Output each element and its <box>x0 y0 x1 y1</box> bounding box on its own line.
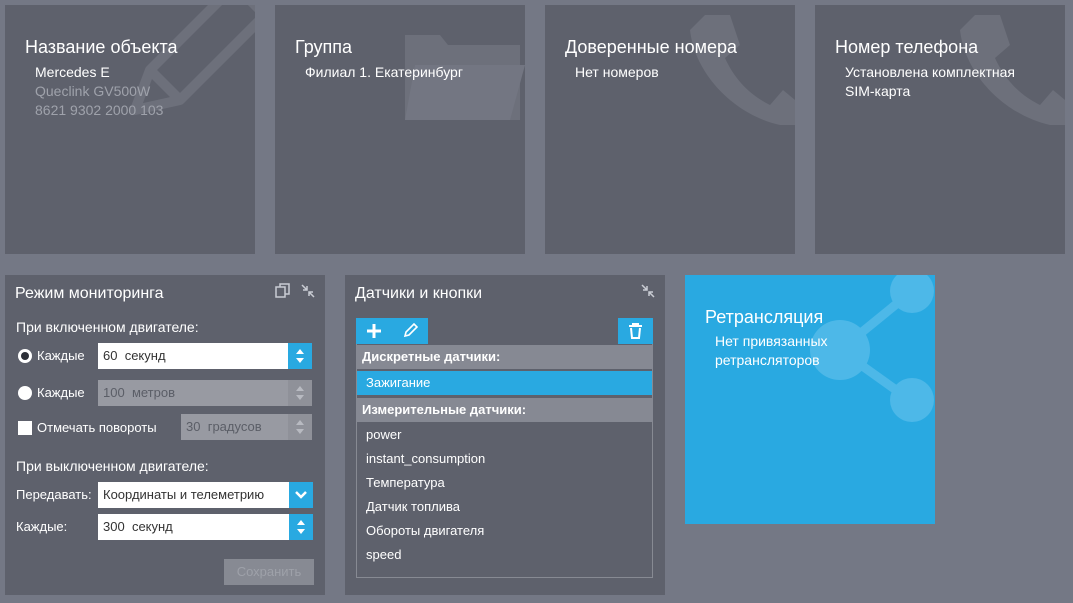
every-time-value: 60 <box>103 348 118 363</box>
chevron-down-icon[interactable] <box>289 482 313 508</box>
tile-relay[interactable]: Ретрансляция Нет привязанных ретранслято… <box>685 275 935 524</box>
every-off-value: 300 <box>103 519 125 534</box>
tile-object-name[interactable]: Название объекта Mercedes E Queclink GV5… <box>5 5 255 254</box>
list-item[interactable]: Зажигание <box>357 371 652 395</box>
collapse-icon[interactable] <box>300 283 316 299</box>
engine-off-label: При выключенном двигателе: <box>16 458 209 474</box>
mark-turns-value: 30 <box>186 419 201 434</box>
sensors-panel: Датчики и кнопки Дискретные датчики: Заж… <box>345 275 665 595</box>
monitoring-panel: Режим мониторинга При включенном двигате… <box>5 275 325 595</box>
transmit-value: Координаты и телеметрию <box>103 487 265 502</box>
group-value: Филиал 1. Екатеринбург <box>305 64 463 80</box>
tile-phone-number[interactable]: Номер телефона Установлена комплектная S… <box>815 5 1065 254</box>
sensor-toolbar <box>356 318 428 344</box>
every-distance-radio[interactable] <box>18 386 32 400</box>
tile-title: Доверенные номера <box>565 37 737 57</box>
copy-icon[interactable] <box>275 283 291 299</box>
tile-title: Название объекта <box>25 37 178 57</box>
object-name-value: Mercedes E <box>35 64 110 80</box>
spinner-buttons <box>288 380 312 406</box>
spinner-buttons[interactable] <box>288 343 312 369</box>
tile-title: Ретрансляция <box>705 307 824 327</box>
every-distance-value: 100 <box>103 385 125 400</box>
mark-turns-checkbox[interactable] <box>18 421 32 435</box>
panel-title: Датчики и кнопки <box>355 285 483 302</box>
tile-title: Группа <box>295 37 353 57</box>
share-icon <box>810 275 934 422</box>
list-item[interactable]: instant_consumption <box>357 447 652 471</box>
relay-line-1: Нет привязанных <box>715 333 828 349</box>
every-time-input[interactable]: 60 секунд <box>98 343 312 369</box>
phone-icon <box>690 15 795 125</box>
every-distance-unit: метров <box>131 385 175 400</box>
panel-title: Режим мониторинга <box>15 285 164 302</box>
edit-icon[interactable] <box>402 323 418 339</box>
every-distance-label: Каждые <box>37 385 85 400</box>
spinner-buttons <box>288 414 312 440</box>
collapse-icon[interactable] <box>640 283 656 299</box>
every-time-unit: секунд <box>124 348 166 363</box>
every-off-label: Каждые: <box>16 519 68 534</box>
tile-group[interactable]: Группа Филиал 1. Екатеринбург <box>275 5 525 254</box>
phone-number-line-2: SIM-карта <box>845 83 911 99</box>
list-item[interactable]: Датчик топлива <box>357 495 652 519</box>
transmit-label: Передавать: <box>16 487 92 502</box>
list-item[interactable]: speed <box>357 543 652 567</box>
list-item[interactable]: Температура <box>357 471 652 495</box>
every-off-unit: секунд <box>131 519 173 534</box>
list-item[interactable]: Обороты двигателя <box>357 519 652 543</box>
discrete-header: Дискретные датчики: <box>356 345 653 369</box>
device-imei: 8621 9302 2000 103 <box>35 102 164 118</box>
every-time-radio[interactable] <box>18 349 32 363</box>
plus-icon[interactable] <box>366 323 382 339</box>
relay-line-2: ретрансляторов <box>715 352 820 368</box>
engine-on-label: При включенном двигателе: <box>16 319 199 335</box>
trash-icon[interactable] <box>618 318 653 344</box>
spinner-buttons[interactable] <box>289 514 313 540</box>
mark-turns-unit: градусов <box>207 419 262 434</box>
transmit-select[interactable]: Координаты и телеметрию <box>98 482 313 508</box>
save-button[interactable]: Сохранить <box>224 559 314 585</box>
every-distance-input: 100 метров <box>98 380 312 406</box>
trusted-numbers-value: Нет номеров <box>575 64 659 80</box>
list-item[interactable]: power <box>357 423 652 447</box>
mark-turns-label: Отмечать повороты <box>37 420 157 435</box>
phone-number-line-1: Установлена комплектная <box>845 64 1016 80</box>
measuring-header: Измерительные датчики: <box>356 398 653 422</box>
tile-title: Номер телефона <box>835 37 979 57</box>
device-model: Queclink GV500W <box>35 83 151 99</box>
every-time-label: Каждые <box>37 348 85 363</box>
mark-turns-input: 30 градусов <box>181 414 312 440</box>
tile-trusted-numbers[interactable]: Доверенные номера Нет номеров <box>545 5 795 254</box>
every-off-input[interactable]: 300 секунд <box>98 514 313 540</box>
